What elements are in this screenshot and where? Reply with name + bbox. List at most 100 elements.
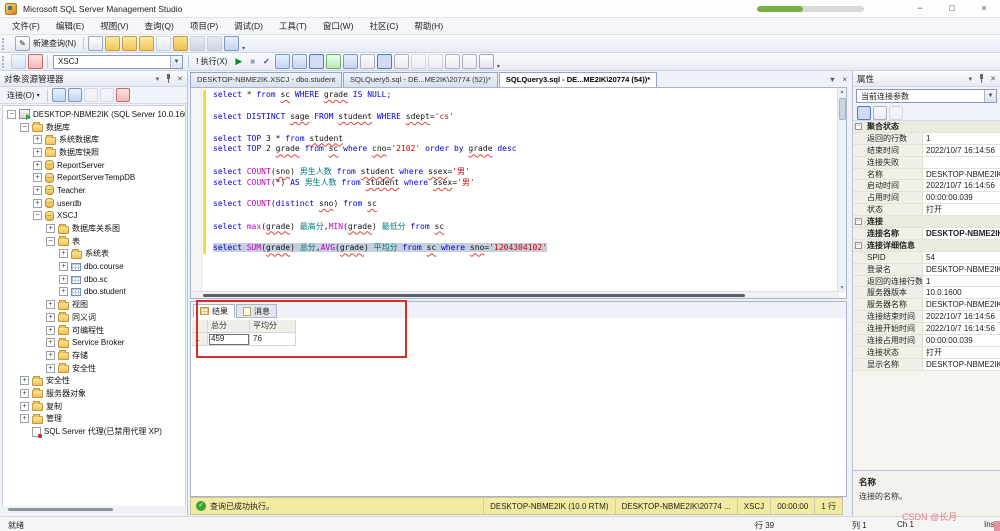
code-line-9[interactable]: select COUNT(*) AS 男生人数 from student whe… — [213, 177, 834, 188]
property-row-结束时间[interactable]: 结束时间2022/10/7 16:14:56 — [853, 145, 1000, 157]
expand-icon[interactable]: + — [20, 389, 29, 398]
results-to-file-icon[interactable] — [394, 54, 409, 69]
tree-node-可编程性[interactable]: +可编程性 — [3, 324, 185, 337]
change-connection-icon[interactable] — [28, 54, 43, 69]
property-row-返回的行数[interactable]: 返回的行数1 — [853, 133, 1000, 145]
pin-icon[interactable] — [978, 74, 985, 83]
property-section-连接[interactable]: −连接 — [853, 216, 1000, 228]
intellisense-icon[interactable] — [326, 54, 341, 69]
increase-indent-icon[interactable] — [462, 54, 477, 69]
tree-node-dbo.student[interactable]: +dbo.student — [3, 286, 185, 299]
tree-node-dbo.sc[interactable]: +dbo.sc — [3, 273, 185, 286]
menu-item-9[interactable]: 帮助(H) — [406, 18, 451, 34]
expand-icon[interactable]: + — [33, 186, 42, 195]
property-row-占用时间[interactable]: 占用时间00:00:00.039 — [853, 192, 1000, 204]
menu-item-7[interactable]: 窗口(W) — [315, 18, 362, 34]
code-line-14[interactable] — [213, 232, 834, 243]
property-row-服务器版本[interactable]: 服务器版本10.0.1600 — [853, 287, 1000, 299]
connect-object-icon[interactable] — [52, 88, 66, 102]
expand-icon[interactable]: + — [59, 262, 68, 271]
tree-node-ReportServer[interactable]: +ReportServer — [3, 159, 185, 172]
document-tab-3[interactable]: SQLQuery3.sql - DE...ME2IK\20774 (54))* — [499, 72, 657, 87]
expand-icon[interactable]: + — [20, 376, 29, 385]
sqlcmd-mode-icon[interactable] — [343, 54, 358, 69]
attach-database-icon[interactable] — [139, 36, 154, 51]
expand-icon[interactable]: + — [33, 148, 42, 157]
property-row-连接状态[interactable]: 连接状态打开 — [853, 347, 1000, 359]
template-values-icon[interactable] — [479, 54, 494, 69]
menu-item-8[interactable]: 社区(C) — [362, 18, 407, 34]
toolbar-overflow-icon[interactable]: ▾ — [497, 63, 500, 70]
expand-icon[interactable]: + — [33, 173, 42, 182]
toolbar-overflow-icon[interactable]: ▾ — [242, 45, 245, 52]
property-section-聚合状态[interactable]: −聚合状态 — [853, 121, 1000, 133]
open-file-icon[interactable] — [173, 36, 188, 51]
tree-node-服务器对象[interactable]: +服务器对象 — [3, 387, 185, 400]
sql-editor[interactable]: select * from sc WHERE grade IS NULL; se… — [190, 87, 847, 299]
expand-icon[interactable]: + — [33, 135, 42, 144]
property-row-状态[interactable]: 状态打开 — [853, 204, 1000, 216]
grid-cell[interactable]: 459 — [208, 333, 250, 346]
tree-node-DESKTOP-NBME2IK (SQL Server 10.0.160[interactable]: −DESKTOP-NBME2IK (SQL Server 10.0.160 — [3, 108, 185, 121]
tree-node-Service Broker[interactable]: +Service Broker — [3, 336, 185, 349]
tree-node-视图[interactable]: +视图 — [3, 298, 185, 311]
properties-object-combo[interactable]: 当前连接参数 ▼ — [856, 89, 997, 103]
collapse-icon[interactable]: − — [20, 123, 29, 132]
close-icon[interactable]: ✕ — [990, 75, 996, 83]
tree-node-ReportServerTempDB[interactable]: +ReportServerTempDB — [3, 171, 185, 184]
tree-node-管理[interactable]: +管理 — [3, 413, 185, 426]
tree-node-系统数据库[interactable]: +系统数据库 — [3, 133, 185, 146]
new-query-button[interactable]: ✎ 新建查询(N) — [10, 36, 80, 52]
toolbar-grip[interactable] — [2, 38, 7, 50]
expand-icon[interactable]: + — [59, 249, 68, 258]
menu-item-1[interactable]: 编辑(E) — [48, 18, 92, 34]
code-line-1[interactable]: select * from sc WHERE grade IS NULL; — [213, 90, 834, 101]
debug-button[interactable]: ▶ — [231, 54, 246, 70]
collapse-icon[interactable]: − — [855, 242, 862, 249]
close-icon[interactable]: ✕ — [177, 75, 183, 83]
code-line-3[interactable]: select DISTINCT sage FROM student WHERE … — [213, 112, 834, 123]
menu-item-2[interactable]: 视图(V) — [92, 18, 136, 34]
tree-node-安全性[interactable]: +安全性 — [3, 374, 185, 387]
expand-icon[interactable]: + — [46, 364, 55, 373]
toolbar-grip[interactable] — [2, 56, 7, 68]
connect-dropdown[interactable]: 连接(O) ▾ — [3, 87, 44, 103]
code-line-6[interactable]: select TOP 2 grade from sc where cno='21… — [213, 144, 834, 155]
menu-item-5[interactable]: 调试(D) — [226, 18, 271, 34]
property-row-连接名称[interactable]: 连接名称DESKTOP-NBME2IK — [853, 228, 1000, 240]
expand-icon[interactable]: + — [59, 287, 68, 296]
collapse-icon[interactable]: − — [855, 123, 862, 130]
object-explorer-hscrollbar[interactable] — [2, 506, 186, 513]
menu-item-6[interactable]: 工具(T) — [271, 18, 315, 34]
restore-button[interactable]: □ — [936, 0, 968, 18]
expand-icon[interactable]: + — [46, 351, 55, 360]
query-designer-icon[interactable] — [292, 54, 307, 69]
grid-cell[interactable]: 76 — [250, 333, 296, 346]
decrease-indent-icon[interactable] — [445, 54, 460, 69]
parse-button[interactable]: ✓ — [259, 54, 274, 70]
tree-node-dbo.course[interactable]: +dbo.course — [3, 260, 185, 273]
expand-icon[interactable]: + — [20, 414, 29, 423]
tree-node-安全性[interactable]: +安全性 — [3, 362, 185, 375]
code-line-11[interactable]: select COUNT(distinct sno) from sc — [213, 199, 834, 210]
property-row-返回的连接行数[interactable]: 返回的连接行数1 — [853, 276, 1000, 288]
property-row-连接结束时间[interactable]: 连接结束时间2022/10/7 16:14:56 — [853, 311, 1000, 323]
tree-node-复制[interactable]: +复制 — [3, 400, 185, 413]
execute-button[interactable]: ! 执行(X) — [192, 54, 231, 70]
disconnect-icon[interactable] — [68, 88, 82, 102]
property-row-名称[interactable]: 名称DESKTOP-NBME2IK — [853, 169, 1000, 181]
code-line-15[interactable]: select SUM(grade) 总分,AVG(grade) 平均分 from… — [213, 242, 834, 253]
collapse-icon[interactable]: − — [46, 237, 55, 246]
property-section-连接详细信息[interactable]: −连接详细信息 — [853, 240, 1000, 252]
results-to-text-icon[interactable] — [360, 54, 375, 69]
code-line-12[interactable] — [213, 210, 834, 221]
powershell-icon[interactable] — [116, 88, 130, 102]
minimize-button[interactable]: − — [904, 0, 936, 18]
window-menu-icon[interactable]: ▾ — [156, 75, 160, 83]
menu-item-0[interactable]: 文件(F) — [4, 18, 48, 34]
document-tab-2[interactable]: SQLQuery5.sql - DE...ME2IK\20774 (52))* — [343, 72, 498, 87]
collapse-icon[interactable]: − — [33, 211, 42, 220]
property-row-启动时间[interactable]: 启动时间2022/10/7 16:14:56 — [853, 180, 1000, 192]
messages-tab[interactable]: 消息 — [236, 304, 277, 318]
row-header[interactable]: 1 — [192, 333, 208, 346]
